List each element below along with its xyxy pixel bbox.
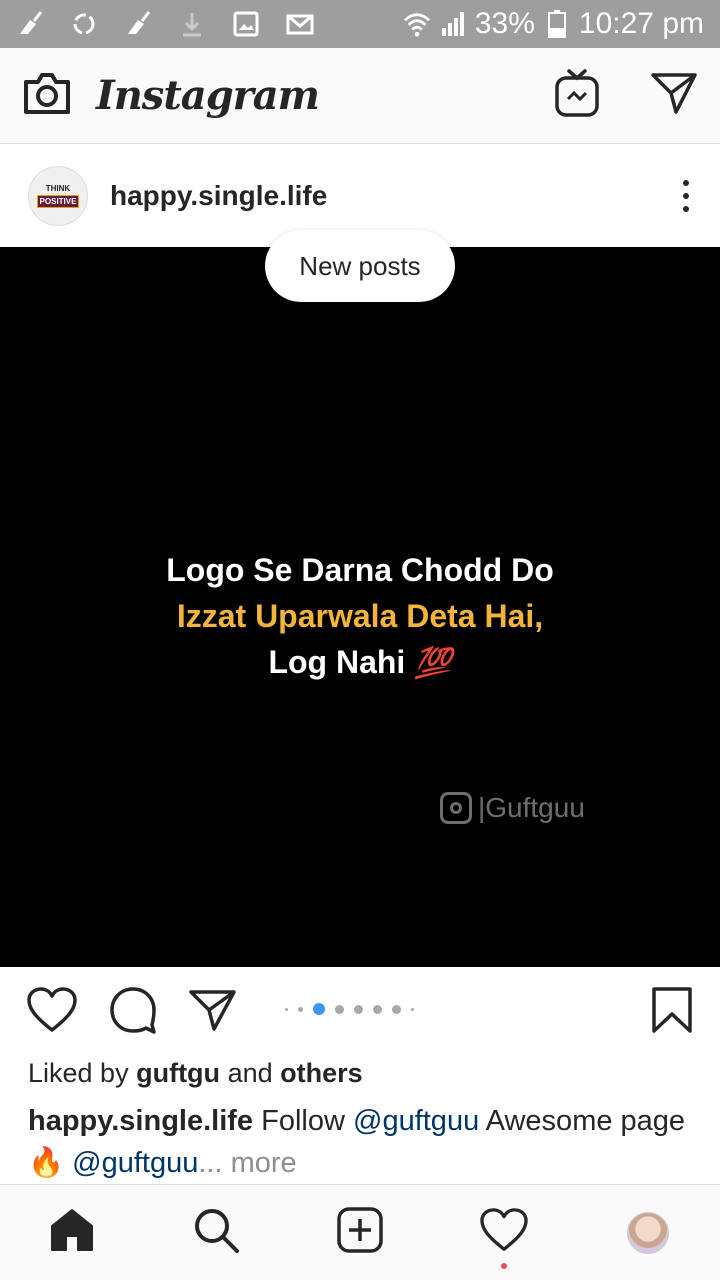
carousel-dot	[354, 1004, 363, 1014]
fire-emoji: 🔥	[28, 1147, 65, 1179]
post-quote: Logo Se Darna Chodd Do Izzat Uparwala De…	[0, 547, 720, 687]
carousel-indicator	[285, 1003, 414, 1015]
nav-activity[interactable]	[474, 1203, 534, 1269]
watermark-text: |Guftguu	[478, 792, 585, 823]
likes-others[interactable]: others	[280, 1058, 363, 1088]
hundred-emoji: 💯	[414, 647, 452, 680]
caption-mention-2[interactable]: @guftguu	[72, 1147, 198, 1179]
mail-icon	[286, 10, 314, 38]
more-options-icon[interactable]	[680, 180, 692, 212]
carousel-dot	[335, 1004, 344, 1014]
profile-icon	[627, 1211, 669, 1254]
caption-more-link[interactable]: more	[231, 1147, 297, 1179]
new-post-icon	[336, 1206, 384, 1259]
likes-prefix: Liked by	[28, 1058, 129, 1088]
caption-text-1: Follow	[261, 1105, 345, 1137]
notification-dot	[501, 1262, 507, 1269]
post-author-username[interactable]: happy.single.life	[110, 180, 327, 212]
carousel-dot	[411, 1007, 414, 1011]
igtv-icon[interactable]	[554, 68, 600, 123]
carousel-dot	[285, 1007, 288, 1011]
bottom-nav	[0, 1184, 720, 1280]
battery-icon	[543, 10, 571, 38]
home-icon	[48, 1206, 96, 1259]
activity-icon	[479, 1207, 529, 1258]
quote-line-2: Izzat Uparwala Deta Hai,	[176, 598, 544, 634]
download-icon	[178, 10, 206, 38]
likes-and: and	[227, 1058, 273, 1088]
search-icon	[191, 1205, 241, 1260]
carousel-dot	[373, 1004, 382, 1014]
carousel-dot	[392, 1004, 401, 1014]
nav-profile[interactable]	[618, 1203, 678, 1263]
avatar-text-bottom: POSITIVE	[36, 195, 80, 208]
direct-message-icon[interactable]	[650, 71, 698, 120]
share-icon[interactable]	[188, 988, 238, 1037]
sync-icon	[70, 10, 98, 38]
broom-icon	[16, 10, 44, 38]
new-posts-button[interactable]: New posts	[265, 230, 455, 302]
instagram-watermark-icon	[440, 792, 472, 824]
wifi-icon	[403, 10, 431, 38]
battery-percent: 33%	[474, 7, 535, 40]
carousel-dot-active	[313, 1003, 325, 1015]
caption-username[interactable]: happy.single.life	[28, 1105, 253, 1137]
likes-line: Liked by guftgu and others	[28, 1058, 363, 1089]
likes-user[interactable]: guftgu	[136, 1058, 220, 1088]
status-bar: 33% 10:27 pm	[0, 0, 720, 48]
post-media[interactable]: Logo Se Darna Chodd Do Izzat Uparwala De…	[0, 247, 720, 967]
quote-line-3: Log Nahi 💯	[0, 639, 720, 687]
save-icon[interactable]	[650, 986, 694, 1039]
quote-line-1: Logo Se Darna Chodd Do	[166, 552, 554, 588]
app-logo[interactable]: Instagram	[96, 72, 320, 119]
broom-icon	[124, 10, 152, 38]
app-bar-actions	[554, 68, 698, 123]
caption-mention-1[interactable]: @guftguu	[353, 1105, 479, 1137]
watermark: |Guftguu	[440, 792, 585, 824]
clock: 10:27 pm	[578, 7, 704, 40]
status-notifications	[16, 10, 314, 38]
comment-icon[interactable]	[108, 985, 158, 1040]
caption-text-2: Awesome page	[485, 1105, 686, 1137]
caption-ellipsis: ...	[198, 1147, 223, 1179]
avatar-text-top: THINK	[45, 184, 71, 193]
image-icon	[232, 10, 260, 38]
signal-icon	[439, 10, 467, 38]
like-icon[interactable]	[26, 986, 78, 1039]
camera-icon[interactable]	[22, 70, 72, 121]
nav-search[interactable]	[186, 1203, 246, 1263]
nav-home[interactable]	[42, 1203, 102, 1263]
post-author-avatar[interactable]: THINK POSITIVE	[28, 166, 88, 226]
carousel-dot	[298, 1006, 303, 1012]
quote-line-3-text: Log Nahi	[268, 644, 406, 680]
status-system: 33% 10:27 pm	[403, 7, 704, 41]
nav-new-post[interactable]	[330, 1203, 390, 1263]
post-caption: happy.single.life Follow @guftguu Awesom…	[28, 1100, 698, 1184]
app-bar: Instagram	[0, 48, 720, 144]
post-actions-left	[26, 985, 238, 1040]
